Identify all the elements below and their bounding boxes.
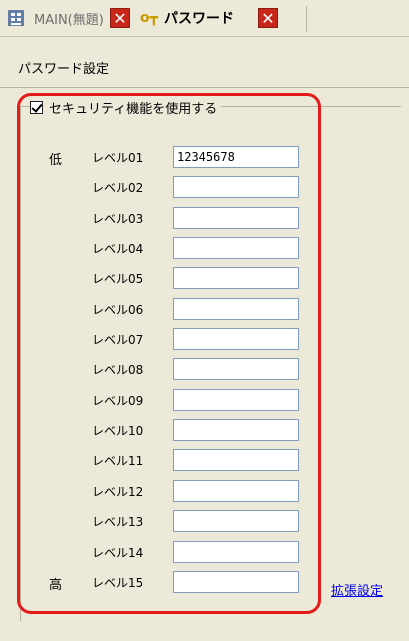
tab-bar: MAIN(無題) ✕ o┳ パスワード ✕: [0, 0, 409, 37]
title-divider: [0, 87, 409, 88]
close-icon[interactable]: ✕: [258, 8, 278, 28]
grid-icon: [8, 10, 24, 26]
tab-password-label: パスワード: [164, 11, 235, 27]
tab-password[interactable]: o┳ パスワード: [140, 4, 234, 32]
tab-divider: [306, 6, 307, 32]
tab-main[interactable]: MAIN(無題): [8, 4, 104, 32]
tab-main-label: MAIN(無題): [34, 12, 104, 28]
highlight-annotation: [17, 93, 321, 614]
key-icon: o┳: [140, 10, 159, 26]
page-title: パスワード設定: [18, 62, 110, 77]
extended-settings-link[interactable]: 拡張設定: [331, 580, 383, 599]
close-icon[interactable]: ✕: [110, 8, 130, 28]
